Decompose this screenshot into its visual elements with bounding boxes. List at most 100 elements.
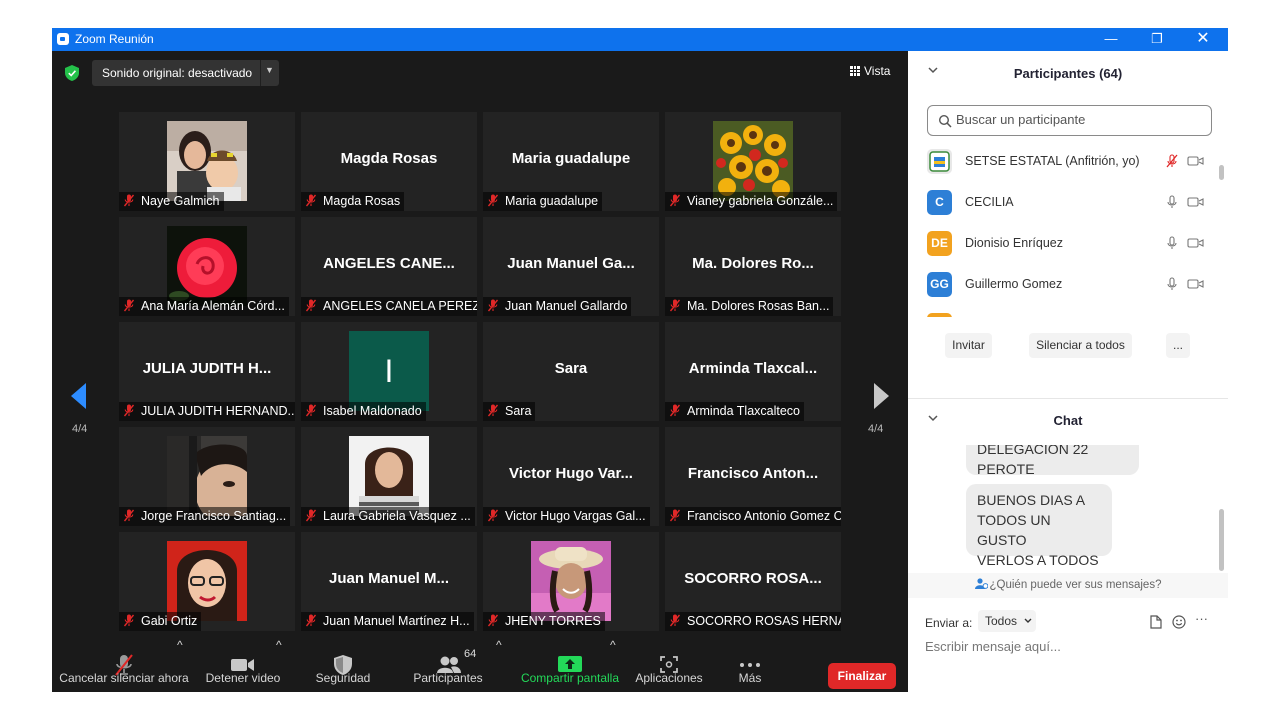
original-sound-dropdown[interactable]: Sonido original: desactivado ▼ xyxy=(92,60,279,86)
participant-list-scrollbar[interactable] xyxy=(1219,165,1224,180)
participant-video-grid: Naye Galmich Magda Rosas Magda Rosas Maria … xyxy=(119,112,842,632)
chat-scrollbar[interactable] xyxy=(1219,509,1224,571)
participant-display-name: Victor Hugo Var... xyxy=(509,465,633,482)
participant-search-box[interactable] xyxy=(927,105,1212,136)
end-meeting-button[interactable]: Finalizar xyxy=(828,663,896,689)
participant-name: Gabi Ortiz xyxy=(141,614,198,628)
muted-microphone-icon xyxy=(123,509,135,522)
view-label: Vista xyxy=(864,64,891,78)
participant-display-name: SOCORRO ROSA... xyxy=(684,570,822,587)
close-button[interactable]: ✕ xyxy=(1180,28,1226,51)
participant-name-label: Juan Manuel Martínez H... xyxy=(301,612,474,631)
chat-more-options-button[interactable]: ··· xyxy=(1195,611,1208,626)
participant-list-item[interactable]: SETSE ESTATAL (Anfitrión, yo) xyxy=(908,141,1218,182)
participant-video-tile[interactable]: Sara Sara xyxy=(483,322,659,421)
microphone-icon[interactable] xyxy=(1165,236,1179,250)
participant-list: SETSE ESTATAL (Anfitrión, yo) C CECILIA DE D… xyxy=(908,141,1228,317)
organization-logo-icon xyxy=(927,149,952,174)
muted-microphone-icon xyxy=(669,299,681,312)
participant-video-tile[interactable]: Naye Galmich xyxy=(119,112,295,211)
who-can-see-messages-link[interactable]: ¿Quién puede ver sus mensajes? xyxy=(908,573,1228,598)
chat-header: Chat xyxy=(908,401,1228,439)
participant-display-name: JULIA JUDITH H... xyxy=(142,360,272,377)
participant-video-tile[interactable]: Francisco Anton... Francisco Antonio Gome… xyxy=(665,427,841,526)
invite-button[interactable]: Invitar xyxy=(945,333,992,358)
participant-list-name: CECILIA xyxy=(965,195,1014,209)
muted-microphone-icon xyxy=(669,194,681,207)
participant-video-tile[interactable]: Maria guadalupe Maria guadalupe xyxy=(483,112,659,211)
video-camera-icon[interactable] xyxy=(1187,237,1204,249)
video-camera-icon[interactable] xyxy=(1187,155,1204,167)
share-options-caret-icon[interactable]: ^ xyxy=(610,638,616,692)
participant-list-item[interactable]: C CECILIA xyxy=(908,182,1218,223)
apps-button[interactable]: Aplicaciones xyxy=(632,638,706,692)
send-to-dropdown[interactable]: Todos xyxy=(978,610,1036,632)
participant-name-label: Magda Rosas xyxy=(301,192,405,211)
next-page-arrow-icon[interactable] xyxy=(871,381,891,411)
video-options-caret-icon[interactable]: ^ xyxy=(276,638,282,692)
participant-name-label: SOCORRO ROSAS HERNA... xyxy=(665,612,841,631)
participant-list-item[interactable]: GG Guillermo Gomez xyxy=(908,264,1218,305)
participant-name-label: Victor Hugo Vargas Gal... xyxy=(483,507,650,526)
more-label: Más xyxy=(738,671,762,685)
send-to-label: Enviar a: xyxy=(925,616,973,630)
chat-message-line: PEROTE xyxy=(977,461,1035,477)
chat-message-line: DELEGACION 22 xyxy=(977,445,1089,457)
participant-list-item[interactable]: DE Dionisio Enríquez xyxy=(908,223,1218,264)
video-camera-icon[interactable] xyxy=(1187,278,1204,290)
participant-video-tile[interactable]: I Isabel Maldonado xyxy=(301,322,477,421)
participant-video-tile[interactable]: Juan Manuel Ga... Juan Manuel Gallardo xyxy=(483,217,659,316)
restore-button[interactable]: ❐ xyxy=(1134,28,1180,51)
participant-video-tile[interactable]: Juan Manuel M... Juan Manuel Martínez H..… xyxy=(301,532,477,631)
share-screen-button[interactable]: Compartir pantalla xyxy=(518,638,622,692)
participant-video-tile[interactable]: Gabi Ortiz xyxy=(119,532,295,631)
view-button[interactable]: Vista xyxy=(850,64,890,78)
participant-display-name: Ma. Dolores Ro... xyxy=(692,255,814,272)
stop-video-button[interactable]: Detener video xyxy=(202,638,284,692)
participants-more-button[interactable]: ... xyxy=(1166,333,1190,358)
participant-video-tile[interactable]: ANGELES CANE... ANGELES CANELA PEREZ xyxy=(301,217,477,316)
muted-microphone-icon[interactable] xyxy=(1165,154,1179,168)
participant-avatar xyxy=(927,313,952,317)
participant-display-name: Arminda Tlaxcal... xyxy=(688,360,818,377)
sunflowers-icon xyxy=(713,121,793,201)
microphone-icon[interactable] xyxy=(1165,195,1179,209)
more-button[interactable]: Más xyxy=(722,638,778,692)
participant-video-tile[interactable]: Ana María Alemán Córd... xyxy=(119,217,295,316)
participant-name: Ma. Dolores Rosas Ban... xyxy=(687,299,830,313)
emoji-icon[interactable] xyxy=(1172,615,1186,629)
encryption-shield-icon[interactable] xyxy=(65,65,79,81)
unmute-button[interactable]: Cancelar silenciar ahora xyxy=(52,638,196,692)
participant-video-tile[interactable]: Magda Rosas Magda Rosas xyxy=(301,112,477,211)
mute-all-button[interactable]: Silenciar a todos xyxy=(1029,333,1132,358)
page-indicator-right: 4/4 xyxy=(868,423,884,435)
participants-button[interactable]: 64 Participantes xyxy=(408,638,488,692)
audio-options-caret-icon[interactable]: ^ xyxy=(177,638,183,692)
security-button[interactable]: Seguridad xyxy=(304,638,382,692)
participant-video-tile[interactable]: Jorge Francisco Santiag... xyxy=(119,427,295,526)
participant-video-tile[interactable]: Arminda Tlaxcal... Arminda Tlaxcalteco xyxy=(665,322,841,421)
photo-woman-hat-icon xyxy=(531,541,611,621)
meeting-toolbar: Cancelar silenciar ahora ^ Detener video… xyxy=(52,638,908,692)
chat-message-input[interactable] xyxy=(925,639,1210,654)
chevron-down-icon[interactable]: ▼ xyxy=(265,65,274,75)
participant-video-tile[interactable]: JHENY TORRES xyxy=(483,532,659,631)
participant-video-tile[interactable]: Laura Gabriela Vasquez ... xyxy=(301,427,477,526)
unmute-label: Cancelar silenciar ahora xyxy=(59,671,189,685)
participant-video-tile[interactable]: Ma. Dolores Ro... Ma. Dolores Rosas Ban..… xyxy=(665,217,841,316)
participant-video-tile[interactable]: Vianey gabriela Gonzále... xyxy=(665,112,841,211)
participant-video-tile[interactable]: SOCORRO ROSA... SOCORRO ROSAS HERNA... xyxy=(665,532,841,631)
participants-options-caret-icon[interactable]: ^ xyxy=(496,638,502,692)
muted-microphone-icon xyxy=(487,509,499,522)
previous-page-arrow-icon[interactable] xyxy=(69,381,89,411)
microphone-icon[interactable] xyxy=(1165,277,1179,291)
title-bar: Zoom Reunión — ❐ ✕ xyxy=(52,28,1228,51)
minimize-button[interactable]: — xyxy=(1088,28,1134,51)
video-camera-icon[interactable] xyxy=(1187,196,1204,208)
participant-search-input[interactable] xyxy=(956,112,1196,127)
file-icon[interactable] xyxy=(1150,615,1162,629)
participant-name-label: Francisco Antonio Gomez C... xyxy=(665,507,841,526)
participant-video-tile[interactable]: JULIA JUDITH H... JULIA JUDITH HERNAND... xyxy=(119,322,295,421)
participant-list-item[interactable] xyxy=(908,305,1218,317)
participant-video-tile[interactable]: Victor Hugo Var... Victor Hugo Vargas Gal… xyxy=(483,427,659,526)
